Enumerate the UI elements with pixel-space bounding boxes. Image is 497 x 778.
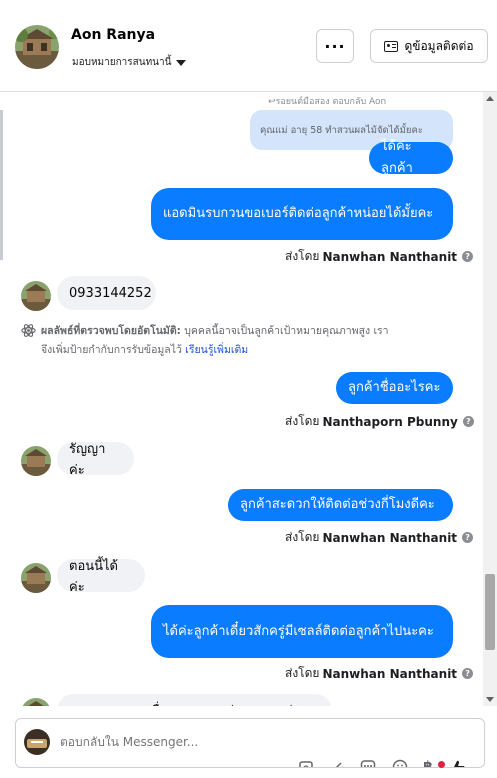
sent-by-label: ส่งโดย Nanwhan Nanthanit ? <box>285 247 474 266</box>
incoming-message[interactable]: รัญญา ค่ะ <box>57 442 134 478</box>
baht-icon[interactable]: ฿ <box>420 759 436 767</box>
contact-avatar-small <box>21 698 51 706</box>
chat-bubble-icon[interactable] <box>360 759 376 767</box>
sent-by-label: ส่งโดย Nanthaporn Pbunny ? <box>285 412 474 431</box>
outgoing-message[interactable]: ได้ค่ะลูกค้าเดี๋ยวสักครู่มีเซลล์ติดต่อลู… <box>151 605 453 658</box>
paperclip-icon[interactable] <box>330 759 346 767</box>
caret-down-icon <box>176 59 187 66</box>
reply-indicator: ↩รอยนต์มือสอง ตอบกลับ Aon <box>268 97 387 107</box>
page-avatar <box>24 729 50 755</box>
reply-composer[interactable]: ฿ <box>15 718 485 768</box>
thread-scrollbar[interactable] <box>483 92 497 706</box>
contact-avatar-small <box>21 563 51 593</box>
contact-avatar[interactable] <box>15 25 59 69</box>
more-options-button[interactable]: ··· <box>316 29 354 63</box>
sender-name: Nanwhan Nanthanit <box>322 249 458 264</box>
help-icon[interactable]: ? <box>462 416 474 427</box>
auto-detected-text: บุคคลนี้อาจเป็นลูกค้าเป้าหมายคุณภาพสูง เ… <box>184 325 389 337</box>
help-icon[interactable]: ? <box>462 532 474 543</box>
sent-by-prefix: ส่งโดย <box>285 530 320 544</box>
help-icon[interactable]: ? <box>462 668 474 679</box>
thumbs-up-icon[interactable] <box>448 759 465 767</box>
contact-avatar-small <box>21 281 51 311</box>
gallery-icon[interactable] <box>298 759 314 767</box>
learn-more-link[interactable]: เรียนรู้เพิ่มเติม <box>185 344 248 356</box>
sent-by-label: ส่งโดย Nanwhan Nanthanit ? <box>285 528 474 547</box>
sent-by-prefix: ส่งโดย <box>285 666 320 680</box>
outgoing-message[interactable]: ลูกค้าสะดวกให้ติดต่อช่วงกี่โมงดีคะ <box>228 489 453 521</box>
auto-detected-result: ผลลัพธ์ที่ตรวจพบโดยอัตโนมัติ: บุคคลนี้อา… <box>41 322 461 360</box>
contact-name[interactable]: Aon Ranya <box>71 27 155 43</box>
incoming-message[interactable]: ตอนนี้ได้ค่ะ <box>57 559 145 595</box>
notification-dot <box>438 761 445 768</box>
view-contact-info-button[interactable]: ดูข้อมูลติดต่อ <box>370 29 488 63</box>
contact-avatar-small <box>21 446 51 476</box>
atom-icon <box>21 323 36 342</box>
outgoing-message[interactable]: แอดมินรบกวนขอเบอร์ติดต่อลูกค้าหน่อยได้มั… <box>151 188 453 240</box>
sent-by-prefix: ส่งโดย <box>285 249 320 263</box>
scroll-up-arrow-icon[interactable] <box>486 96 494 101</box>
scroll-down-arrow-icon[interactable] <box>486 697 494 702</box>
sender-name: Nanwhan Nanthanit <box>322 666 458 681</box>
incoming-message[interactable]: 0933144252 <box>57 276 156 310</box>
contact-card-icon <box>384 40 399 52</box>
assign-label: มอบหมายการสนทนานี้ <box>72 57 172 68</box>
incoming-message-partial[interactable]: สามารถหลบลงเพื่อแบบจากแหล่งแบบหนาจ่าย <box>57 694 332 706</box>
view-contact-info-label: ดูข้อมูลติดต่อ <box>404 38 474 53</box>
outgoing-message[interactable]: ได้ค่ะลูกค้า <box>369 139 453 176</box>
message-thread: ↩รอยนต์มือสอง ตอบกลับ Aon คุณแม่ อายุ 58… <box>0 92 483 706</box>
sent-by-prefix: ส่งโดย <box>285 414 320 428</box>
outgoing-message[interactable]: ลูกค้าชื่ออะไรคะ <box>336 372 453 404</box>
emoji-icon[interactable] <box>392 759 408 767</box>
sender-name: Nanwhan Nanthanit <box>322 530 458 545</box>
help-icon[interactable]: ? <box>462 251 474 262</box>
assign-conversation-dropdown[interactable]: มอบหมายการสนทนานี้ <box>72 55 187 70</box>
reply-input[interactable] <box>60 735 280 749</box>
auto-detected-text: จึงเพิ่มป้ายกำกับการรับข้อมูลไว้ <box>41 344 182 356</box>
conversation-header: Aon Ranya มอบหมายการสนทนานี้ ··· ดูข้อมู… <box>0 0 497 92</box>
composer-toolbar: ฿ <box>298 759 484 767</box>
auto-detected-title: ผลลัพธ์ที่ตรวจพบโดยอัตโนมัติ: <box>41 325 181 337</box>
sent-by-label: ส่งโดย Nanwhan Nanthanit ? <box>285 664 474 683</box>
scrollbar-thumb[interactable] <box>485 574 495 650</box>
sender-name: Nanthaporn Pbunny <box>322 414 458 429</box>
